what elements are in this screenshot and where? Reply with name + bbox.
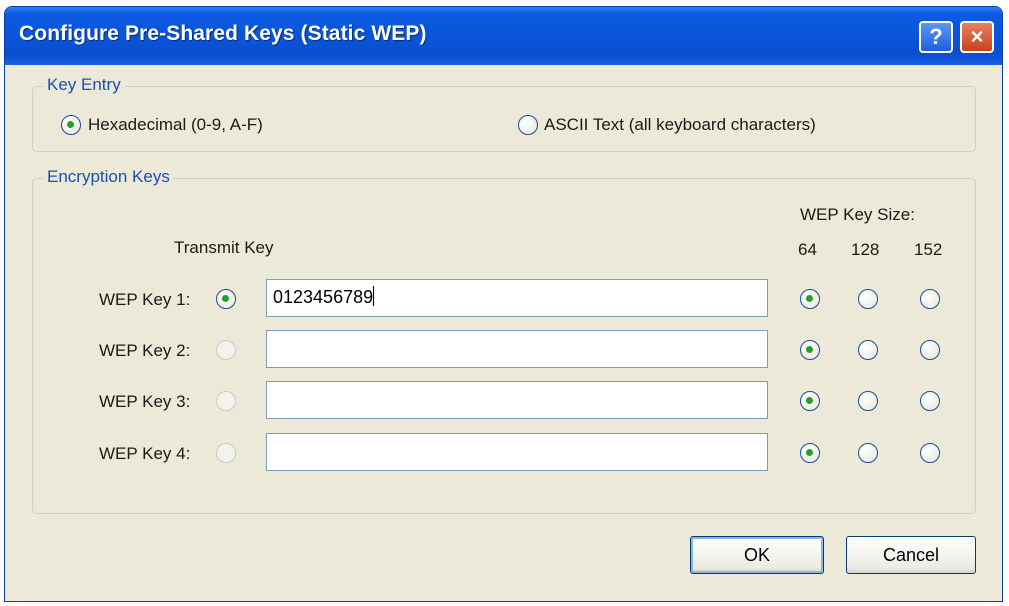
encryption-keys-group-label: Encryption Keys (43, 167, 174, 187)
close-button[interactable]: × (960, 21, 994, 53)
wep-key-2-size-128-radio[interactable] (858, 340, 878, 360)
dialog-title: Configure Pre-Shared Keys (Static WEP) (19, 22, 427, 45)
wep-key-4-input[interactable] (266, 433, 768, 471)
wep-key-1-input[interactable]: 0123456789 (266, 279, 768, 317)
wep-key-2-size-64-radio[interactable] (800, 340, 820, 360)
wep-key-2-label: WEP Key 2: (99, 341, 191, 360)
help-icon: ? (929, 24, 943, 49)
text-caret (373, 286, 375, 306)
wep-key-3-label: WEP Key 3: (99, 392, 191, 411)
wep-key-4-size-64-radio[interactable] (800, 443, 820, 463)
wep-key-1-size-152-radio[interactable] (920, 289, 940, 309)
wep-key-4-size-152-radio[interactable] (920, 443, 940, 463)
size-column-152: 152 (914, 240, 943, 259)
ok-button-label: OK (743, 544, 770, 565)
size-column-64: 64 (798, 240, 817, 259)
wep-key-2-input[interactable] (266, 330, 768, 368)
wep-key-1-value: 0123456789 (273, 287, 374, 307)
wep-key-1-transmit-radio[interactable] (216, 289, 236, 309)
wep-key-3-size-128-radio[interactable] (858, 391, 878, 411)
ascii-text-label[interactable]: ASCII Text (all keyboard characters) (544, 115, 816, 135)
key-entry-group-label: Key Entry (43, 75, 125, 95)
hexadecimal-radio[interactable] (61, 115, 81, 135)
ascii-text-radio[interactable] (518, 115, 538, 135)
wep-key-1-size-64-radio[interactable] (800, 289, 820, 309)
wep-key-3-size-64-radio[interactable] (800, 391, 820, 411)
wep-key-size-header: WEP Key Size: (800, 205, 915, 224)
close-icon: × (970, 24, 984, 49)
wep-key-4-size-128-radio[interactable] (858, 443, 878, 463)
cancel-button[interactable]: Cancel (846, 536, 976, 574)
wep-key-1-size-128-radio[interactable] (858, 289, 878, 309)
cancel-button-label: Cancel (882, 544, 940, 565)
ok-button[interactable]: OK (690, 536, 824, 574)
size-column-128: 128 (851, 240, 880, 259)
wep-key-4-transmit-radio[interactable] (216, 443, 236, 463)
wep-key-2-size-152-radio[interactable] (920, 340, 940, 360)
wep-key-4-label: WEP Key 4: (99, 444, 191, 463)
wep-key-1-label: WEP Key 1: (99, 290, 191, 309)
transmit-key-header: Transmit Key (174, 238, 274, 257)
help-button[interactable]: ? (919, 21, 953, 53)
hexadecimal-label[interactable]: Hexadecimal (0-9, A-F) (88, 115, 263, 135)
wep-key-3-transmit-radio[interactable] (216, 391, 236, 411)
wep-key-3-size-152-radio[interactable] (920, 391, 940, 411)
title-bar[interactable]: Configure Pre-Shared Keys (Static WEP) ?… (5, 7, 1002, 65)
wep-key-3-input[interactable] (266, 381, 768, 419)
wep-key-2-transmit-radio[interactable] (216, 340, 236, 360)
